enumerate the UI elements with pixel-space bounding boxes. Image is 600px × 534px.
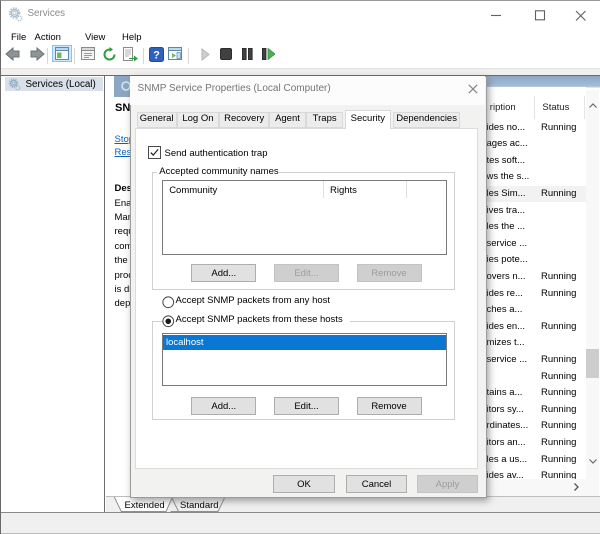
svg-text:?: ? bbox=[153, 49, 160, 61]
svg-text:Standard: Standard bbox=[180, 500, 219, 511]
svg-text:Extended: Extended bbox=[125, 500, 165, 511]
